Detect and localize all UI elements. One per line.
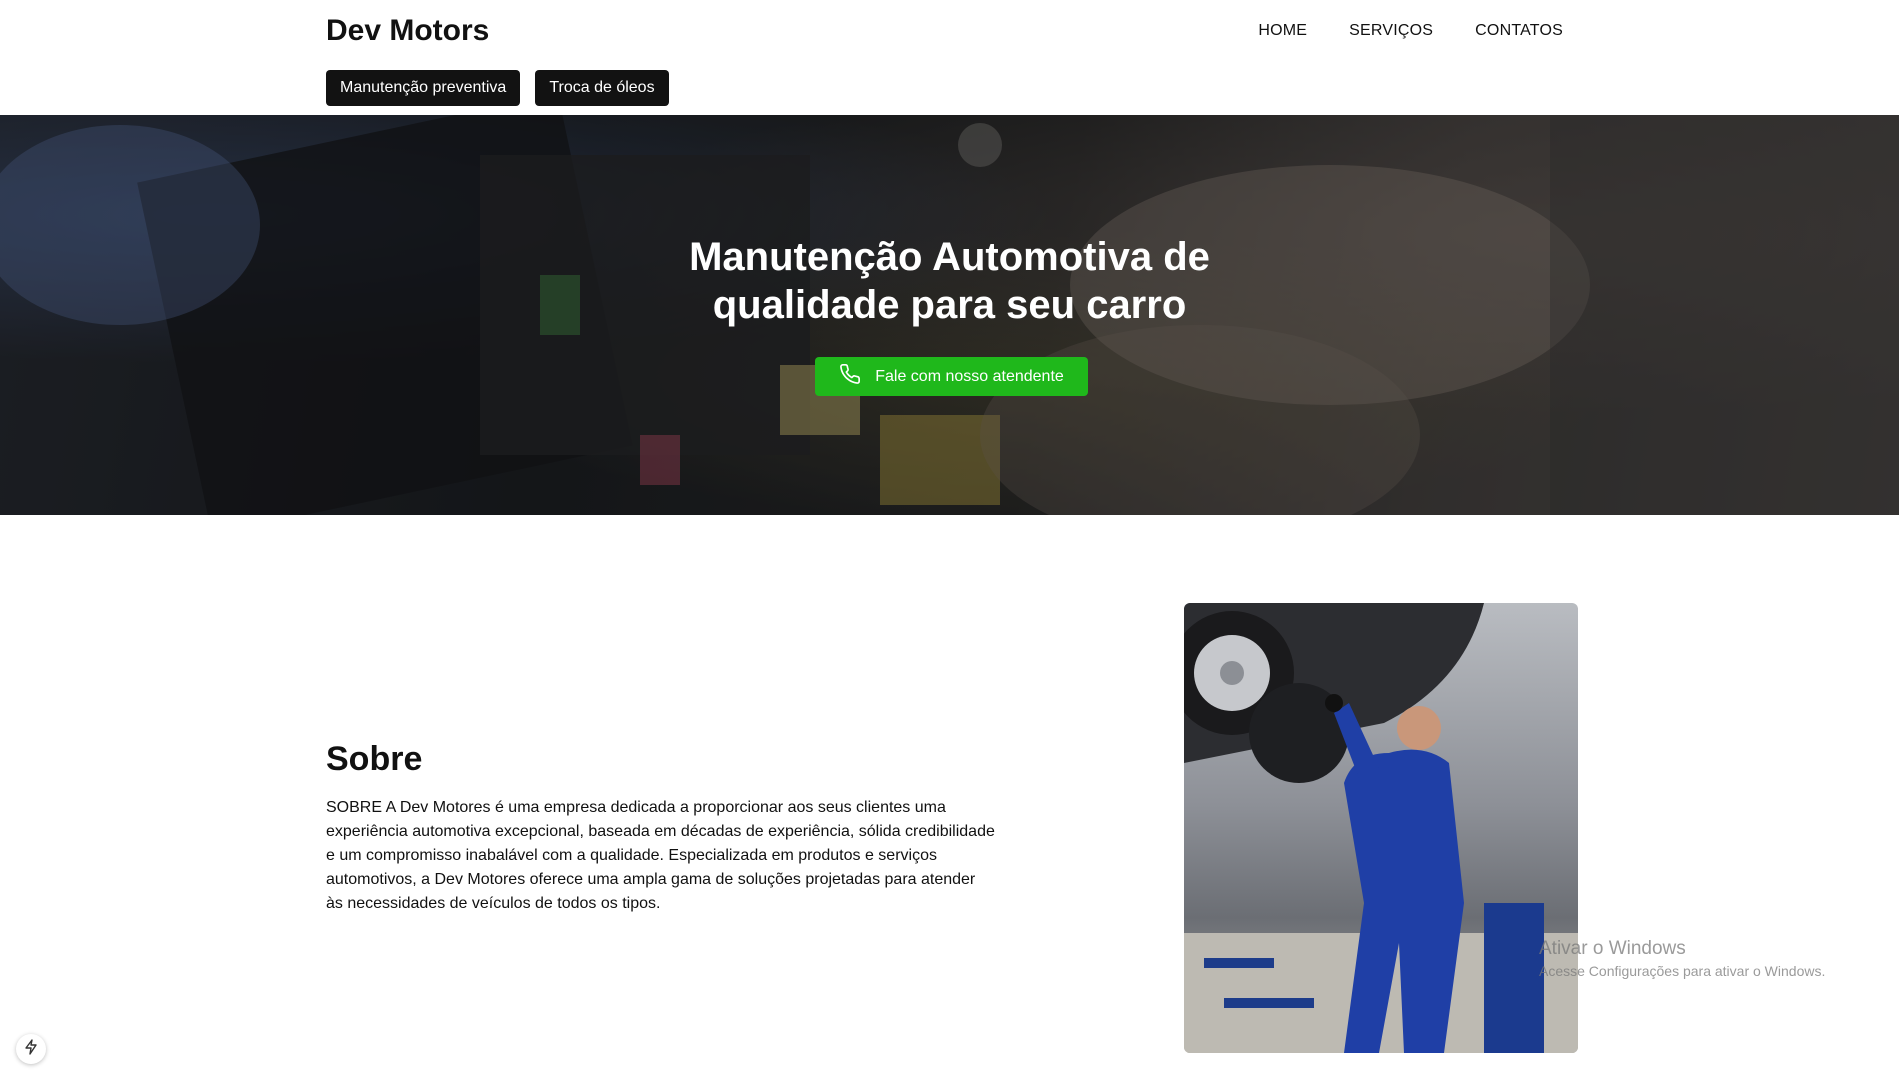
- phone-icon: [839, 363, 861, 390]
- nav-home[interactable]: HOME: [1258, 22, 1307, 40]
- service-chip-manutencao[interactable]: Manutenção preventiva: [326, 70, 521, 106]
- service-chip-troca-oleos[interactable]: Troca de óleos: [535, 70, 669, 106]
- hero-title-line1: Manutenção Automotiva de: [689, 235, 1210, 279]
- site-header: Dev Motors HOME SERVIÇOS CONTATOS Manute…: [0, 0, 1899, 115]
- contact-agent-label: Fale com nosso atendente: [875, 367, 1064, 385]
- services-subnav: Manutenção preventiva Troca de óleos: [326, 70, 669, 106]
- nav-servicos[interactable]: SERVIÇOS: [1349, 22, 1433, 40]
- mechanic-illustration: [1184, 603, 1578, 1053]
- windows-watermark-title: Ativar o Windows: [1539, 938, 1686, 959]
- brand-logo[interactable]: Dev Motors: [326, 14, 489, 48]
- windows-watermark-subtitle: Acesse Configurações para ativar o Windo…: [1539, 963, 1826, 979]
- about-title: Sobre: [326, 740, 423, 778]
- hero-title: Manutenção Automotiva de qualidade para …: [0, 233, 1899, 329]
- lightning-icon: [24, 1038, 38, 1060]
- main-nav: HOME SERVIÇOS CONTATOS: [1258, 22, 1563, 40]
- dev-tools-badge[interactable]: [16, 1034, 46, 1064]
- hero-title-line2: qualidade para seu carro: [712, 283, 1187, 327]
- nav-contatos[interactable]: CONTATOS: [1475, 22, 1563, 40]
- mechanic-photo: [1184, 603, 1578, 1053]
- hero-banner: Manutenção Automotiva de qualidade para …: [0, 115, 1899, 515]
- contact-agent-button[interactable]: Fale com nosso atendente: [815, 357, 1088, 396]
- about-text: SOBRE A Dev Motores é uma empresa dedica…: [326, 799, 995, 912]
